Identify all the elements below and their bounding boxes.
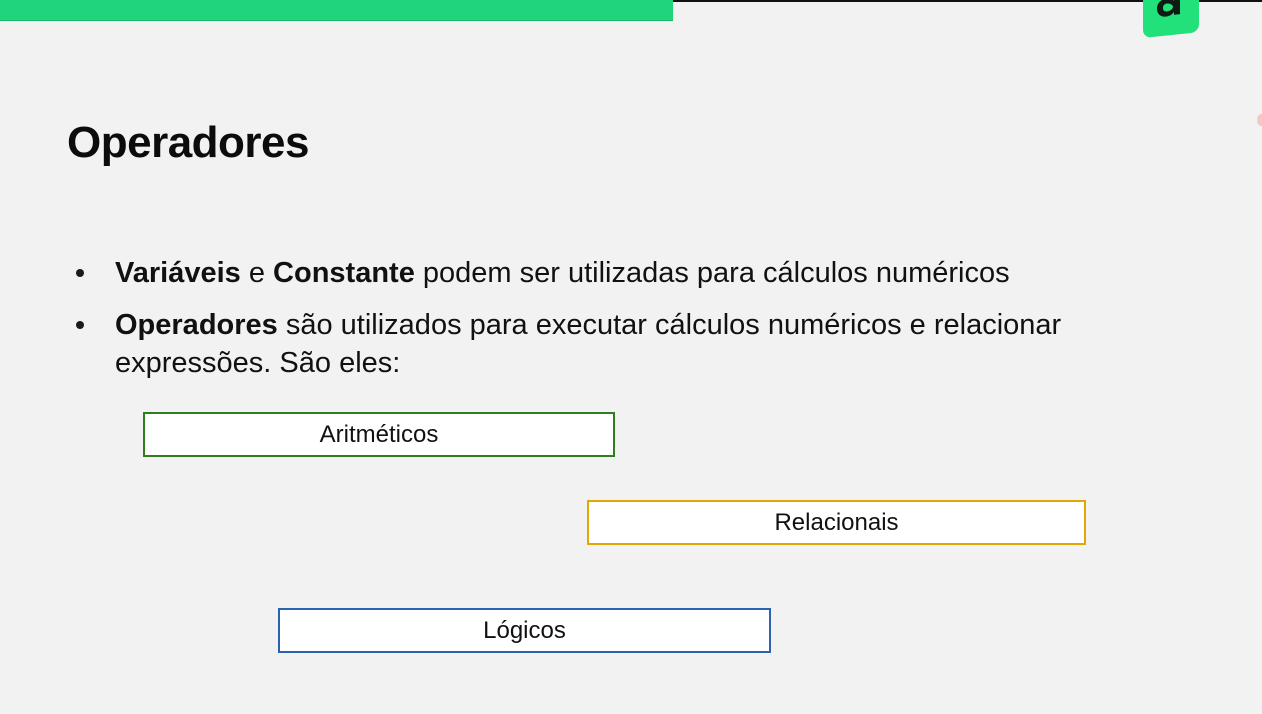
- bullet-bold-operadores: Operadores: [115, 309, 278, 341]
- bullet-list: Variáveis e Constante podem ser utilizad…: [70, 254, 1190, 396]
- bullet-item: Operadores são utilizados para executar …: [70, 306, 1190, 382]
- a-letter-logo-icon: [1157, 0, 1180, 17]
- bullet-dot: [76, 269, 84, 277]
- edge-marker: [1257, 114, 1262, 126]
- operator-box-relacionais: Relacionais: [587, 500, 1086, 545]
- operator-box-logicos: Lógicos: [278, 608, 771, 653]
- bullet-bold-variaveis: Variáveis: [115, 257, 241, 289]
- slide-title: Operadores: [67, 118, 309, 167]
- video-progress-bar[interactable]: [0, 0, 673, 21]
- bullet-bold-constante: Constante: [273, 257, 415, 289]
- operator-box-aritmeticos: Aritméticos: [143, 412, 615, 457]
- bullet-dot: [76, 321, 84, 329]
- brand-logo: [1143, 0, 1199, 39]
- bullet-item: Variáveis e Constante podem ser utilizad…: [70, 254, 1190, 292]
- bullet-text: podem ser utilizadas para cálculos numér…: [414, 257, 1010, 289]
- bullet-text: e: [240, 257, 274, 289]
